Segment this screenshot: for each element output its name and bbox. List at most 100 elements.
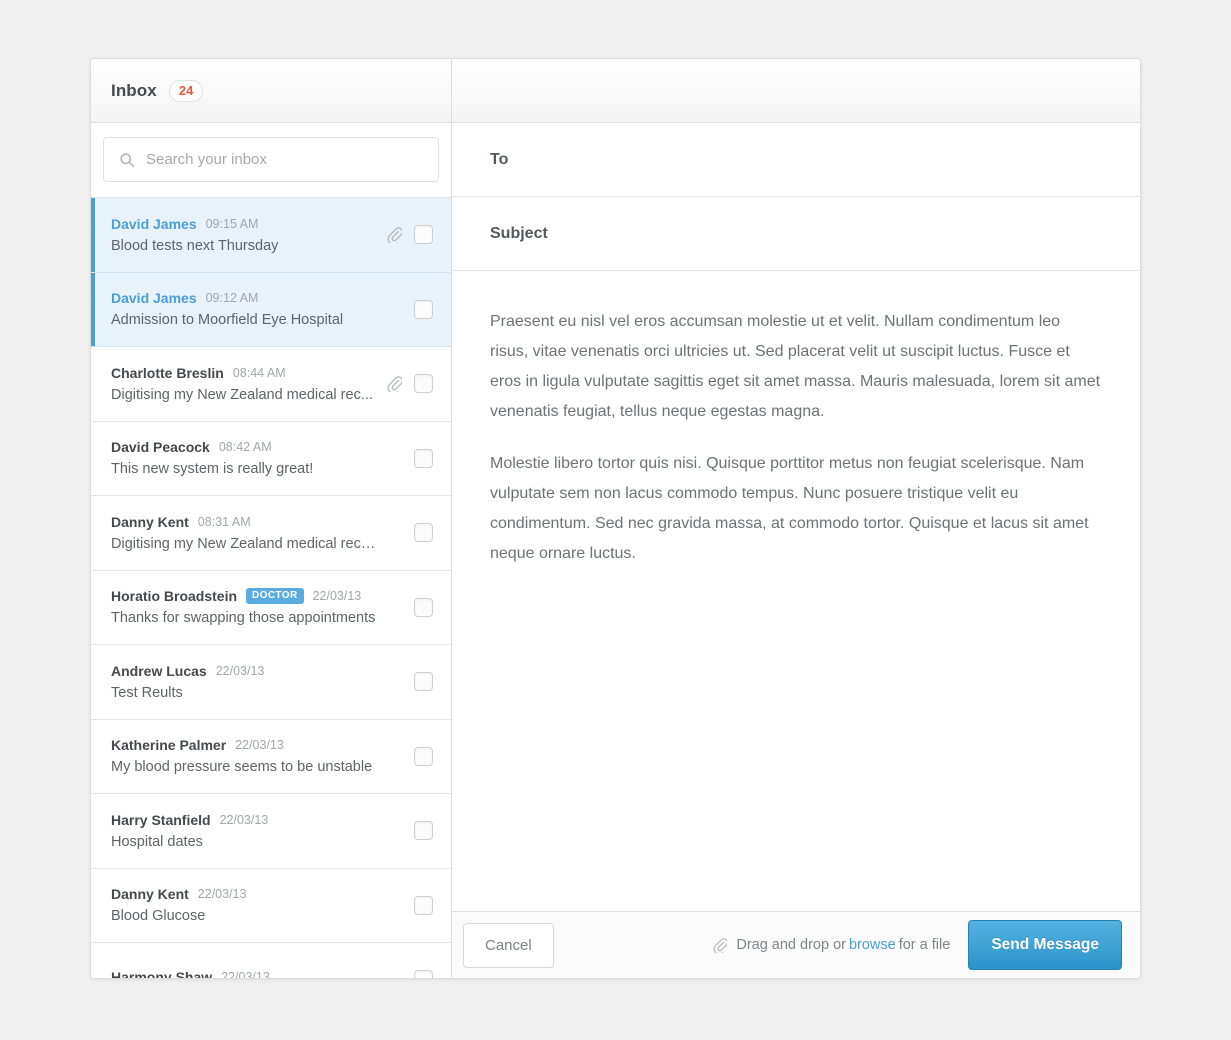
mail-subject-preview: My blood pressure seems to be unstable xyxy=(111,759,373,776)
mail-select-checkbox[interactable] xyxy=(414,672,433,692)
mail-timestamp: 22/03/13 xyxy=(219,812,269,827)
mail-timestamp: 08:31 AM xyxy=(197,514,251,529)
drop-hint-prefix: Drag and drop or xyxy=(736,937,846,953)
mail-list-item[interactable]: Charlotte Breslin 08:44 AM Digitising my N… xyxy=(91,347,451,422)
mail-subject-preview: This new system is really great! xyxy=(111,461,314,478)
mail-subject-preview: Digitising my New Zealand medical record xyxy=(111,535,379,552)
mail-item-text: Charlotte Breslin 08:44 AM Digitising my N… xyxy=(111,365,387,403)
mail-subject-preview: Admission to Moorfield Eye Hospital xyxy=(111,312,344,329)
drop-hint-suffix: for a file xyxy=(898,937,951,953)
inbox-pane: Inbox 24 David James 09:15 AM Blood tests … xyxy=(91,59,452,978)
mail-item-actions xyxy=(387,225,451,246)
mail-select-checkbox[interactable] xyxy=(414,970,433,978)
mail-item-meta: David Peacock 08:42 AM xyxy=(111,439,379,455)
search-icon xyxy=(119,152,135,168)
mail-subject-preview: Thanks for swapping those appointments xyxy=(111,610,376,627)
subject-field-row[interactable]: Subject xyxy=(452,197,1140,271)
mail-item-actions xyxy=(387,448,451,468)
mail-item-text: Horatio Broadstein DOCTOR 22/03/13 Thanks f… xyxy=(111,588,387,626)
mail-list-item[interactable]: Danny Kent 08:31 AM Digitising my New Zeal… xyxy=(91,496,451,571)
mail-list-item[interactable]: Katherine Palmer 22/03/13 My blood pressur… xyxy=(91,719,451,794)
mail-sender-name: Harry Stanfield xyxy=(111,811,211,828)
mail-select-checkbox[interactable] xyxy=(414,895,433,915)
mail-item-actions xyxy=(387,523,451,543)
mail-sender-name: Danny Kent xyxy=(111,886,189,903)
mail-list-item[interactable]: Andrew Lucas 22/03/13 Test Reults xyxy=(91,645,451,720)
to-field-row[interactable]: To xyxy=(452,123,1140,197)
mail-timestamp: 22/03/13 xyxy=(215,663,265,678)
mail-select-checkbox[interactable] xyxy=(414,225,433,245)
mail-select-checkbox[interactable] xyxy=(414,299,433,319)
mail-item-text: Andrew Lucas 22/03/13 Test Reults xyxy=(111,663,387,701)
paperclip-icon[interactable] xyxy=(387,375,404,395)
compose-pane: To Subject Praesent eu nisl vel eros acc… xyxy=(452,59,1140,978)
mail-subject-preview: Blood Glucose xyxy=(111,908,206,925)
body-paragraph: Molestie libero tortor quis nisi. Quisqu… xyxy=(490,455,1089,562)
mail-subject-preview: Test Reults xyxy=(111,684,183,701)
inbox-header: Inbox 24 xyxy=(91,59,451,123)
mail-item-actions xyxy=(387,299,451,319)
mail-item-text: David Peacock 08:42 AM This new system is … xyxy=(111,439,387,477)
mail-sender-name: Charlotte Breslin xyxy=(111,364,224,381)
mail-timestamp: 08:42 AM xyxy=(218,440,272,455)
mail-item-actions xyxy=(387,374,451,395)
mail-item-text: Harmony Shaw 22/03/13 xyxy=(111,969,387,978)
mail-select-checkbox[interactable] xyxy=(414,821,433,841)
mail-item-actions xyxy=(387,821,451,841)
body-paragraph: Praesent eu nisl vel eros accumsan moles… xyxy=(490,313,1101,420)
mail-sender-name: Horatio Broadstein xyxy=(111,588,238,605)
mail-item-meta: Katherine Palmer 22/03/13 xyxy=(111,737,379,753)
mail-timestamp: 22/03/13 xyxy=(312,589,362,604)
mail-list-item[interactable]: David James 09:15 AM Blood tests next Thur… xyxy=(91,198,451,273)
mail-list-item[interactable]: Harmony Shaw 22/03/13 xyxy=(91,943,451,978)
cancel-button[interactable]: Cancel xyxy=(463,922,554,968)
mail-timestamp: 09:12 AM xyxy=(205,291,259,306)
mail-item-meta: Harmony Shaw 22/03/13 xyxy=(111,969,379,978)
send-message-button[interactable]: Send Message xyxy=(968,920,1122,970)
mail-item-actions xyxy=(387,746,451,766)
mail-item-actions xyxy=(387,895,451,915)
mail-timestamp: 08:44 AM xyxy=(232,365,286,380)
mail-item-text: Danny Kent 08:31 AM Digitising my New Zeal… xyxy=(111,514,387,552)
paperclip-icon[interactable] xyxy=(387,226,404,246)
mail-list-item[interactable]: David Peacock 08:42 AM This new system is … xyxy=(91,421,451,496)
to-field-label: To xyxy=(490,150,509,168)
mail-item-meta: Charlotte Breslin 08:44 AM xyxy=(111,365,379,381)
mail-app-window: Inbox 24 David James 09:15 AM Blood tests … xyxy=(90,58,1141,979)
mail-sender-name: David Peacock xyxy=(111,439,210,456)
mail-sender-name: Danny Kent xyxy=(111,513,189,530)
search-input[interactable] xyxy=(104,138,438,181)
message-body[interactable]: Praesent eu nisl vel eros accumsan moles… xyxy=(452,271,1140,911)
mail-list-item[interactable]: David James 09:12 AM Admission to Moorfiel… xyxy=(91,272,451,347)
mail-sender-name: Katherine Palmer xyxy=(111,737,227,754)
mail-item-meta: Horatio Broadstein DOCTOR 22/03/13 xyxy=(111,588,379,605)
mail-item-text: Katherine Palmer 22/03/13 My blood pressur… xyxy=(111,737,387,775)
mail-item-actions xyxy=(387,597,451,617)
mail-sender-name: Andrew Lucas xyxy=(111,662,207,679)
mail-select-checkbox[interactable] xyxy=(414,448,433,468)
mail-select-checkbox[interactable] xyxy=(414,597,433,617)
mail-subject-preview: Hospital dates xyxy=(111,833,203,850)
mail-sender-name: David James xyxy=(111,290,197,307)
mail-item-text: Danny Kent 22/03/13 Blood Glucose xyxy=(111,886,387,924)
mail-timestamp: 22/03/13 xyxy=(221,969,270,978)
compose-footer: Cancel Drag and drop or browse for a fil… xyxy=(452,911,1140,978)
mail-list-item[interactable]: Horatio Broadstein DOCTOR 22/03/13 Thanks f… xyxy=(91,570,451,645)
mail-select-checkbox[interactable] xyxy=(414,746,433,766)
mail-select-checkbox[interactable] xyxy=(414,523,433,543)
sender-role-badge: DOCTOR xyxy=(246,588,304,605)
search-box[interactable] xyxy=(103,137,439,182)
mail-subject-preview: Digitising my New Zealand medical rec... xyxy=(111,386,373,403)
paperclip-icon xyxy=(713,937,729,955)
mail-select-checkbox[interactable] xyxy=(414,374,433,394)
search-container xyxy=(91,123,451,198)
mail-item-meta: Harry Stanfield 22/03/13 xyxy=(111,812,379,828)
mail-sender-name: David James xyxy=(111,215,197,232)
browse-link[interactable]: browse xyxy=(849,937,896,953)
mail-list-item[interactable]: Harry Stanfield 22/03/13 Hospital dates xyxy=(91,794,451,869)
mail-item-actions xyxy=(387,970,451,978)
mail-list-item[interactable]: Danny Kent 22/03/13 Blood Glucose xyxy=(91,868,451,943)
mail-timestamp: 22/03/13 xyxy=(197,887,247,902)
mail-list[interactable]: David James 09:15 AM Blood tests next Thur… xyxy=(91,198,451,978)
mail-item-meta: David James 09:12 AM xyxy=(111,290,379,306)
